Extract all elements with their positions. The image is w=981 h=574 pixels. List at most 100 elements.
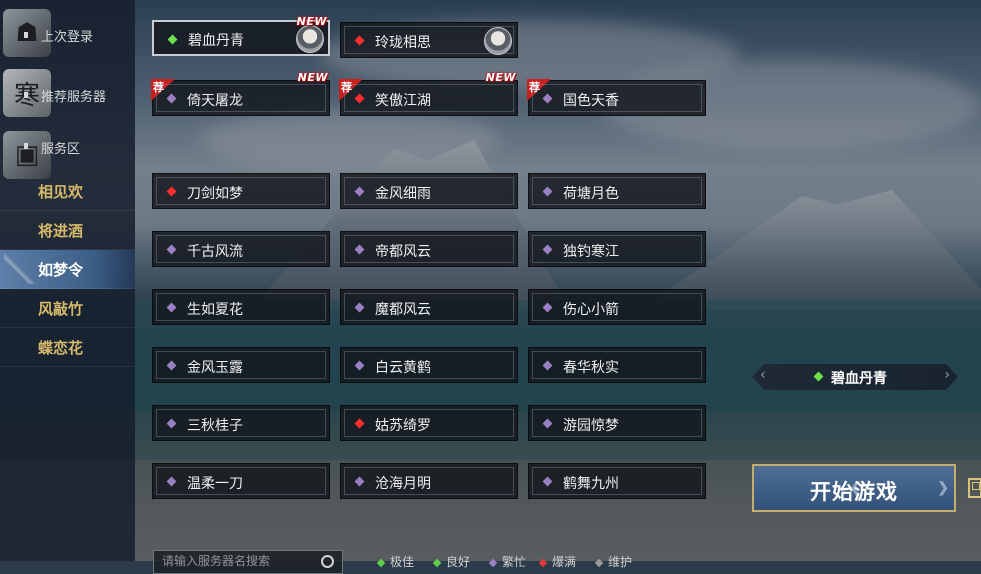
- server-card[interactable]: 荐 倚天屠龙 NEW: [151, 71, 330, 116]
- server-card[interactable]: 三秋桂子: [152, 405, 330, 441]
- server-name: 倚天屠龙: [187, 93, 243, 109]
- selected-server-name: 碧血丹青: [831, 371, 887, 387]
- sidebar-item-label: 推荐服务器: [41, 90, 107, 105]
- status-dot: [354, 35, 365, 46]
- status-dot: [166, 418, 177, 429]
- legend-dot-icon: [538, 558, 548, 567]
- server-card[interactable]: 刀剑如梦: [152, 173, 330, 209]
- legend-dot-icon: [376, 558, 386, 567]
- legend-dot-icon: [432, 558, 442, 567]
- recommend-badge-text: 荐: [153, 81, 164, 94]
- search-input[interactable]: [160, 553, 314, 569]
- status-dot: [354, 93, 365, 104]
- server-search: [153, 550, 343, 574]
- start-game-label: 开始游戏: [810, 479, 898, 504]
- server-name: 碧血丹青: [188, 33, 244, 49]
- server-card[interactable]: 游园惊梦: [528, 405, 706, 441]
- server-card[interactable]: 春华秋实: [528, 347, 706, 383]
- zone-tab-1[interactable]: 相见欢: [0, 172, 135, 211]
- server-card[interactable]: 鹤舞九州: [528, 463, 706, 499]
- server-card[interactable]: 白云黄鹤: [340, 347, 518, 383]
- new-badge: NEW: [297, 71, 328, 84]
- server-name: 魔都风云: [375, 302, 431, 318]
- legend-label: 繁忙: [502, 555, 527, 569]
- server-name: 玲珑相思: [375, 35, 431, 51]
- server-name: 荷塘月色: [563, 186, 619, 202]
- selected-server-bar: ‹ 碧血丹青 ›: [752, 364, 958, 390]
- server-card[interactable]: 独钓寒江: [528, 231, 706, 267]
- status-dot: [542, 302, 553, 313]
- server-name: 伤心小箭: [563, 302, 619, 318]
- start-game-button[interactable]: ❮ 开始游戏 ❯: [752, 464, 956, 512]
- server-card[interactable]: 伤心小箭: [528, 289, 706, 325]
- legend-item: 爆满: [538, 553, 577, 570]
- status-dot: [354, 186, 365, 197]
- server-name: 国色天香: [563, 93, 619, 109]
- legend-label: 极佳: [390, 555, 415, 569]
- status-dot: [542, 93, 553, 104]
- server-name: 生如夏花: [187, 302, 243, 318]
- zone-label: 蝶恋花: [38, 339, 84, 357]
- avatar: [296, 25, 324, 53]
- status-dot: [354, 360, 365, 371]
- server-card[interactable]: 沧海月明: [340, 463, 518, 499]
- server-card[interactable]: 魔都风云: [340, 289, 518, 325]
- recommend-badge-text: 荐: [529, 81, 540, 94]
- status-dot: [813, 371, 824, 382]
- next-server-arrow[interactable]: ›: [944, 367, 950, 383]
- status-dot: [354, 302, 365, 313]
- sidebar-item-recommended[interactable]: 寒 推荐服务器: [0, 66, 135, 117]
- sidebar-item-last-login[interactable]: ☗ 上次登录: [0, 6, 135, 57]
- server-name: 姑苏绮罗: [375, 418, 431, 434]
- status-dot: [542, 244, 553, 255]
- legend-item: 极佳: [376, 553, 415, 570]
- server-name: 帝都风云: [375, 244, 431, 260]
- legend-label: 爆满: [552, 555, 577, 569]
- server-name: 金风玉露: [187, 360, 243, 376]
- status-dot: [354, 476, 365, 487]
- zone-label: 风敲竹: [38, 300, 84, 318]
- zone-tab-3[interactable]: 如梦令: [0, 250, 135, 289]
- prev-server-arrow[interactable]: ‹: [760, 367, 766, 383]
- left-sidebar: ☗ 上次登录 寒 推荐服务器 ▣ 服务区 相见欢 将进酒 如梦令 风敲竹 蝶恋花: [0, 0, 135, 561]
- server-card[interactable]: 帝都风云: [340, 231, 518, 267]
- sidebar-item-server-zones[interactable]: ▣ 服务区: [0, 128, 135, 179]
- zone-tab-2[interactable]: 将进酒: [0, 211, 135, 250]
- recommend-badge-text: 荐: [341, 81, 352, 94]
- server-card[interactable]: 金风玉露: [152, 347, 330, 383]
- status-dot: [166, 244, 177, 255]
- server-name: 游园惊梦: [563, 418, 619, 434]
- qr-code-icon[interactable]: [968, 478, 981, 498]
- server-name: 千古风流: [187, 244, 243, 260]
- server-card[interactable]: 荷塘月色: [528, 173, 706, 209]
- zone-label: 如梦令: [38, 261, 84, 279]
- sidebar-item-label: 服务区: [41, 142, 81, 157]
- server-name: 沧海月明: [375, 476, 431, 492]
- server-card[interactable]: 姑苏绮罗: [340, 405, 518, 441]
- status-dot: [542, 360, 553, 371]
- server-card[interactable]: 生如夏花: [152, 289, 330, 325]
- status-dot: [542, 186, 553, 197]
- server-name: 白云黄鹤: [375, 360, 431, 376]
- server-card[interactable]: 碧血丹青 NEW: [152, 15, 330, 56]
- new-badge: NEW: [485, 71, 516, 84]
- server-card[interactable]: 千古风流: [152, 231, 330, 267]
- server-name: 刀剑如梦: [187, 186, 243, 202]
- zone-tab-4[interactable]: 风敲竹: [0, 289, 135, 328]
- zone-tab-5[interactable]: 蝶恋花: [0, 328, 135, 367]
- server-card[interactable]: 金风细雨: [340, 173, 518, 209]
- server-card[interactable]: 荐 国色天香: [527, 79, 706, 116]
- server-name: 笑傲江湖: [375, 93, 431, 109]
- status-dot: [166, 360, 177, 371]
- status-dot: [542, 418, 553, 429]
- server-card[interactable]: 玲珑相思: [340, 22, 518, 58]
- legend-dot-icon: [594, 558, 604, 567]
- server-card[interactable]: 荐 笑傲江湖 NEW: [339, 71, 518, 116]
- search-icon[interactable]: [321, 555, 334, 568]
- status-dot: [166, 476, 177, 487]
- status-dot: [354, 244, 365, 255]
- server-name: 春华秋实: [563, 360, 619, 376]
- status-dot: [166, 186, 177, 197]
- legend-item: 良好: [432, 553, 470, 570]
- server-card[interactable]: 温柔一刀: [152, 463, 330, 499]
